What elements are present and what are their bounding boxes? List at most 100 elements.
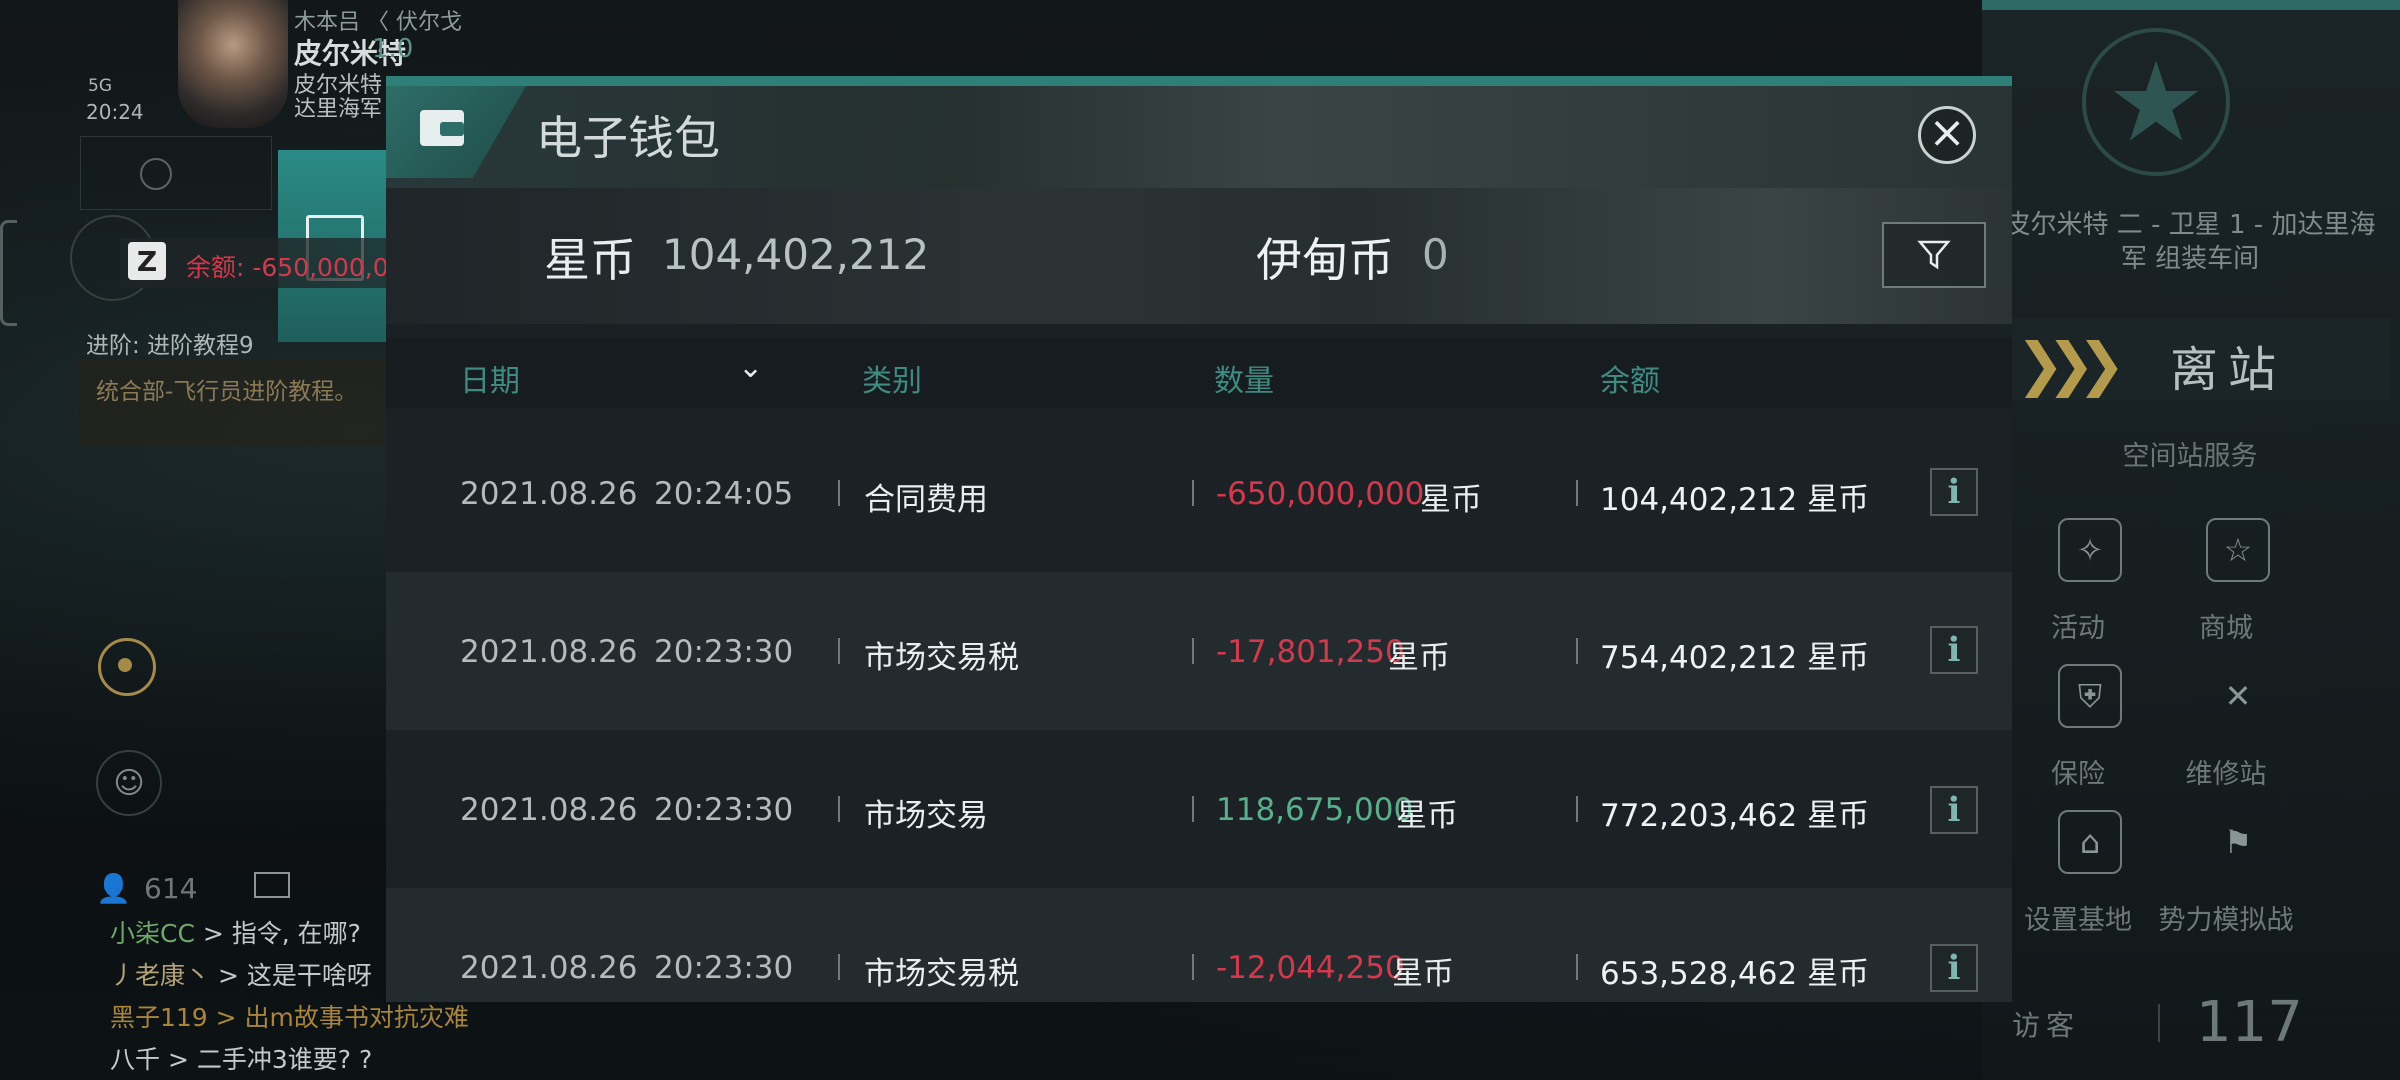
- tutorial-title[interactable]: 进阶: 进阶教程9: [86, 326, 254, 360]
- column-divider: [838, 796, 840, 822]
- row-balance: 754,402,212 星币: [1600, 640, 1870, 676]
- service-label: 势力模拟战: [2158, 905, 2294, 936]
- service-shop[interactable]: ☆: [2194, 518, 2270, 582]
- sort-chevron-icon[interactable]: ⌄: [738, 350, 763, 385]
- undock-label: 离站: [2170, 342, 2287, 398]
- row-amount-unit: 星币: [1388, 640, 1450, 676]
- chat-sender: 八千: [110, 1045, 161, 1074]
- service-faction-war[interactable]: ⚑: [2194, 810, 2270, 874]
- row-amount: -650,000,000: [1216, 476, 1425, 512]
- close-button[interactable]: ×: [1918, 106, 1976, 164]
- tutorial-description[interactable]: 统合部-飞行员进阶教程。: [78, 360, 390, 446]
- support-headset-icon[interactable]: ☺: [96, 750, 162, 816]
- row-time: 20:23:30: [654, 950, 794, 986]
- row-balance: 104,402,212 星币: [1600, 482, 1870, 518]
- close-icon: ×: [1928, 107, 1966, 158]
- people-icon[interactable]: 👤: [96, 872, 131, 905]
- column-divider: [1192, 638, 1194, 664]
- row-category: 合同费用: [864, 482, 988, 518]
- column-divider: [1192, 954, 1194, 980]
- row-time: 20:24:05: [654, 476, 794, 512]
- row-amount: -12,044,250: [1216, 950, 1405, 986]
- column-balance[interactable]: 余额: [1600, 356, 1660, 400]
- chat-line[interactable]: 丿老康丶 > 这是干啥呀: [110, 956, 372, 992]
- shop-icon: ☆: [2206, 518, 2270, 582]
- chat-sender: 黑子119: [110, 1003, 208, 1032]
- party-popper-icon: ✧: [2058, 518, 2122, 582]
- chat-sender: 小柒CC: [110, 919, 195, 948]
- column-amount[interactable]: 数量: [1214, 356, 1274, 400]
- table-header: [386, 338, 2012, 408]
- side-bracket-decoration: [0, 220, 17, 326]
- row-date: 2021.08.26: [460, 634, 638, 670]
- row-date: 2021.08.26: [460, 476, 638, 512]
- info-button[interactable]: i: [1930, 626, 1978, 674]
- info-button[interactable]: i: [1930, 468, 1978, 516]
- undock-chevrons-icon: ❯❯❯: [2016, 330, 2126, 398]
- pilot-portrait[interactable]: [178, 0, 288, 128]
- row-amount-unit: 星币: [1396, 798, 1458, 834]
- service-label: 商城: [2199, 613, 2253, 644]
- visitor-label: 访客: [2012, 1009, 2081, 1042]
- row-time: 20:23:30: [654, 792, 794, 828]
- service-insurance[interactable]: ⛨: [2046, 664, 2122, 728]
- row-amount-unit: 星币: [1392, 956, 1454, 992]
- wallet-title: 电子钱包: [536, 111, 720, 165]
- faction-emblem-icon: ★: [2082, 28, 2230, 176]
- chat-message: > 二手冲3谁要? ?: [160, 1045, 373, 1074]
- crossed-flags-icon: ⚑: [2223, 823, 2253, 861]
- column-divider: [838, 480, 840, 506]
- station-name: 皮尔米特 二 - 卫星 1 - 加达里海军 组装车间: [2004, 210, 2376, 274]
- row-category: 市场交易税: [864, 956, 1019, 992]
- column-divider: [1576, 480, 1578, 506]
- row-amount: 118,675,000: [1216, 792, 1414, 828]
- service-set-base[interactable]: ⌂: [2046, 810, 2122, 874]
- chat-message: > 这是干啥呀: [210, 961, 372, 990]
- row-category: 市场交易税: [864, 640, 1019, 676]
- row-balance: 653,528,462 星币: [1600, 956, 1870, 992]
- column-divider: [1576, 796, 1578, 822]
- row-date: 2021.08.26: [460, 950, 638, 986]
- services-title: 空间站服务: [2122, 441, 2258, 472]
- chat-message: > 出m故事书对抗灾难: [207, 1003, 469, 1032]
- column-divider: [838, 954, 840, 980]
- mail-icon[interactable]: [254, 872, 290, 898]
- row-balance: 772,203,462 星币: [1600, 798, 1870, 834]
- z-currency-icon: Z: [128, 242, 166, 280]
- set-base-icon: ⌂: [2058, 810, 2122, 874]
- repair-wrench-icon: ✕: [2224, 677, 2252, 715]
- row-category: 市场交易: [864, 798, 988, 834]
- star-coin-value: 104,402,212: [662, 230, 930, 279]
- security-status: 1.0: [372, 34, 414, 64]
- info-button[interactable]: i: [1930, 944, 1978, 992]
- insurance-icon: ⛨: [2058, 664, 2122, 728]
- hud-info-box: [80, 136, 272, 210]
- row-time: 20:23:30: [654, 634, 794, 670]
- info-button[interactable]: i: [1930, 786, 1978, 834]
- isk-value: 0: [1422, 230, 1449, 279]
- chat-message: > 指令, 在哪?: [194, 919, 361, 948]
- star-coin-label: 星币: [544, 233, 636, 287]
- panel-accent-line: [1982, 0, 2400, 10]
- chat-line[interactable]: 小柒CC > 指令, 在哪?: [110, 914, 361, 950]
- chat-line[interactable]: 八千 > 二手冲3谁要? ?: [110, 1040, 372, 1076]
- service-activities[interactable]: ✧: [2046, 518, 2122, 582]
- visitor-divider: [2158, 1004, 2160, 1042]
- column-divider: [838, 638, 840, 664]
- chat-sender: 丿老康丶: [110, 961, 211, 990]
- anchor-icon[interactable]: [140, 158, 172, 190]
- wallet-icon-slot: [440, 122, 464, 136]
- isk-label: 伊甸币: [1256, 233, 1394, 287]
- service-repair[interactable]: ✕: [2194, 664, 2270, 728]
- chat-line[interactable]: 黑子119 > 出m故事书对抗灾难: [110, 998, 469, 1034]
- column-divider: [1576, 954, 1578, 980]
- row-date: 2021.08.26: [460, 792, 638, 828]
- column-category[interactable]: 类别: [862, 356, 922, 400]
- column-date[interactable]: 日期: [460, 356, 520, 400]
- column-divider: [1576, 638, 1578, 664]
- column-divider: [1192, 796, 1194, 822]
- visitor-count: 117: [2196, 990, 2303, 1055]
- filter-button[interactable]: [1882, 222, 1986, 288]
- clock-time: 20:24: [86, 100, 144, 124]
- signal-indicator: 5G: [88, 76, 112, 96]
